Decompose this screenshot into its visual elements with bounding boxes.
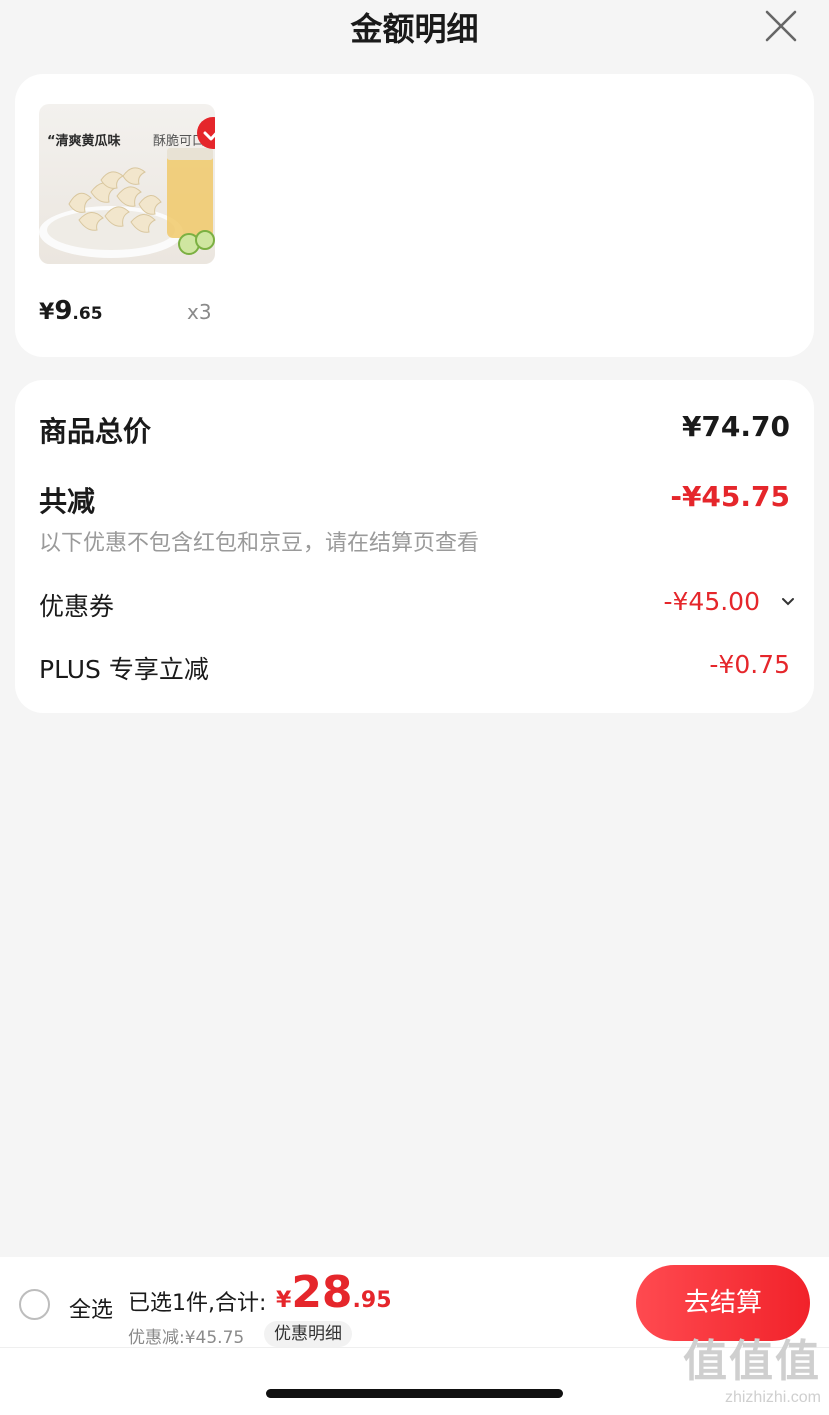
total-discount-label: 共减 — [39, 485, 96, 518]
product-quantity: x3 — [187, 300, 212, 324]
goods-total-label: 商品总价 — [39, 415, 152, 448]
total-decimal: .95 — [352, 1288, 392, 1313]
selected-count-text: 已选1件,合计: — [128, 1291, 267, 1316]
total-discount-value: -¥45.75 — [670, 480, 790, 513]
total-integer: 28 — [291, 1267, 353, 1318]
page-title: 金额明细 — [350, 10, 479, 48]
discount-detail-button[interactable]: 优惠明细 — [264, 1321, 352, 1347]
chevron-down-icon[interactable] — [778, 589, 798, 613]
close-icon[interactable] — [763, 8, 799, 44]
header: 金额明细 — [0, 0, 829, 60]
cashew-illustration — [39, 148, 215, 258]
discount-summary: 优惠减:¥45.75 — [128, 1328, 245, 1348]
watermark-url: zhizhizhi.com — [724, 1389, 821, 1406]
price-decimal: .65 — [72, 304, 103, 324]
product-price: ¥9.65 — [39, 296, 103, 326]
watermark: 值值值 zhizhizhi.com — [683, 1325, 821, 1407]
select-all-label[interactable]: 全选 — [69, 1292, 113, 1324]
total-price: ¥28.95 — [276, 1267, 392, 1318]
watermark-logo: 值值值 — [683, 1337, 821, 1386]
select-all-radio[interactable] — [19, 1289, 50, 1320]
plus-discount-value: -¥0.75 — [709, 650, 790, 679]
coupon-value: -¥45.00 — [663, 587, 761, 616]
home-indicator[interactable] — [266, 1389, 563, 1398]
product-image[interactable]: “清爽黄瓜味 酥脆可口 — [39, 104, 215, 264]
price-currency: ¥ — [39, 300, 55, 325]
discount-note: 以下优惠不包含红包和京豆，请在结算页查看 — [39, 531, 480, 556]
product-card: “清爽黄瓜味 酥脆可口 ¥9.65 x3 — [15, 74, 814, 357]
bottom-bar: 全选 已选1件,合计: ¥28.95 优惠减:¥45.75 优惠明细 去结算 值… — [0, 1257, 829, 1415]
total-currency: ¥ — [276, 1288, 292, 1313]
price-integer: 9 — [54, 296, 73, 326]
selected-check-icon[interactable] — [197, 117, 215, 149]
summary-card: 商品总价 ¥74.70 共减 -¥45.75 以下优惠不包含红包和京豆，请在结算… — [15, 380, 814, 713]
plus-discount-label: PLUS 专享立减 — [39, 655, 209, 684]
goods-total-value: ¥74.70 — [681, 410, 790, 443]
coupon-label: 优惠券 — [39, 592, 115, 621]
